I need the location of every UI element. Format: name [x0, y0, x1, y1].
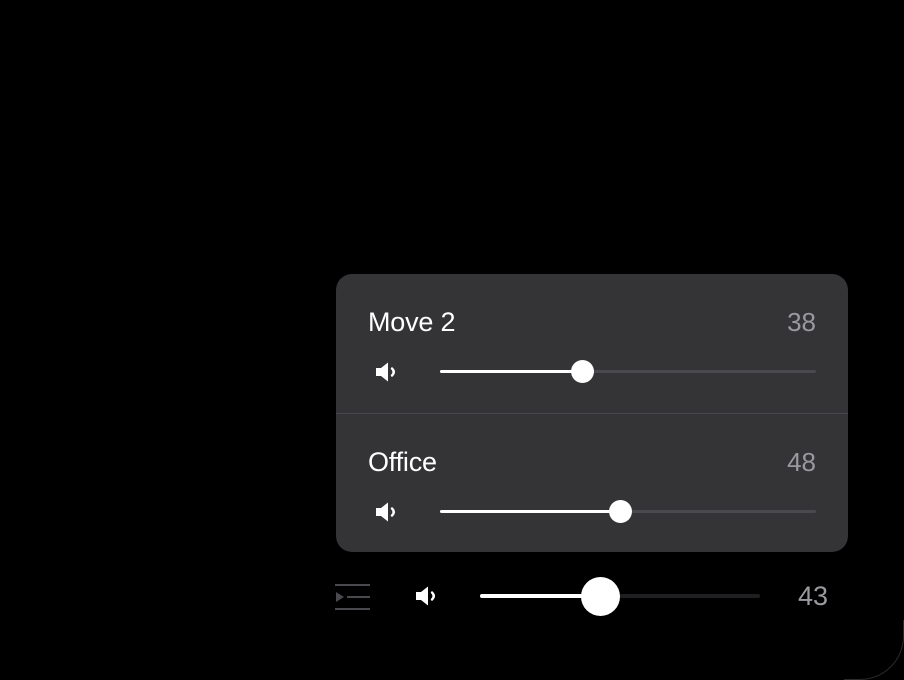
- slider-fill: [440, 510, 621, 513]
- group-volume-value: 43: [797, 581, 828, 611]
- slider-thumb[interactable]: [571, 360, 595, 383]
- queue-icon[interactable]: [333, 582, 371, 612]
- speaker-icon[interactable]: [374, 361, 402, 383]
- room-volume-panel: Move 2 38 Office 48: [336, 274, 848, 552]
- room-volume-value: 38: [787, 307, 816, 337]
- room-volume-slider[interactable]: [440, 500, 816, 523]
- speaker-icon[interactable]: [374, 501, 402, 523]
- group-volume-slider[interactable]: [480, 577, 760, 616]
- group-volume-bar: 43: [330, 574, 850, 620]
- room-row-move-2: Move 2 38: [336, 274, 848, 413]
- room-volume-slider[interactable]: [440, 360, 816, 383]
- speaker-icon[interactable]: [414, 584, 442, 608]
- slider-thumb[interactable]: [608, 500, 632, 523]
- room-name: Office: [368, 447, 437, 477]
- room-name: Move 2: [368, 307, 456, 337]
- slider-thumb[interactable]: [580, 577, 620, 616]
- slider-fill: [440, 370, 583, 373]
- window-corner: [844, 620, 904, 680]
- room-row-office: Office 48: [336, 413, 848, 552]
- room-volume-value: 48: [787, 447, 816, 477]
